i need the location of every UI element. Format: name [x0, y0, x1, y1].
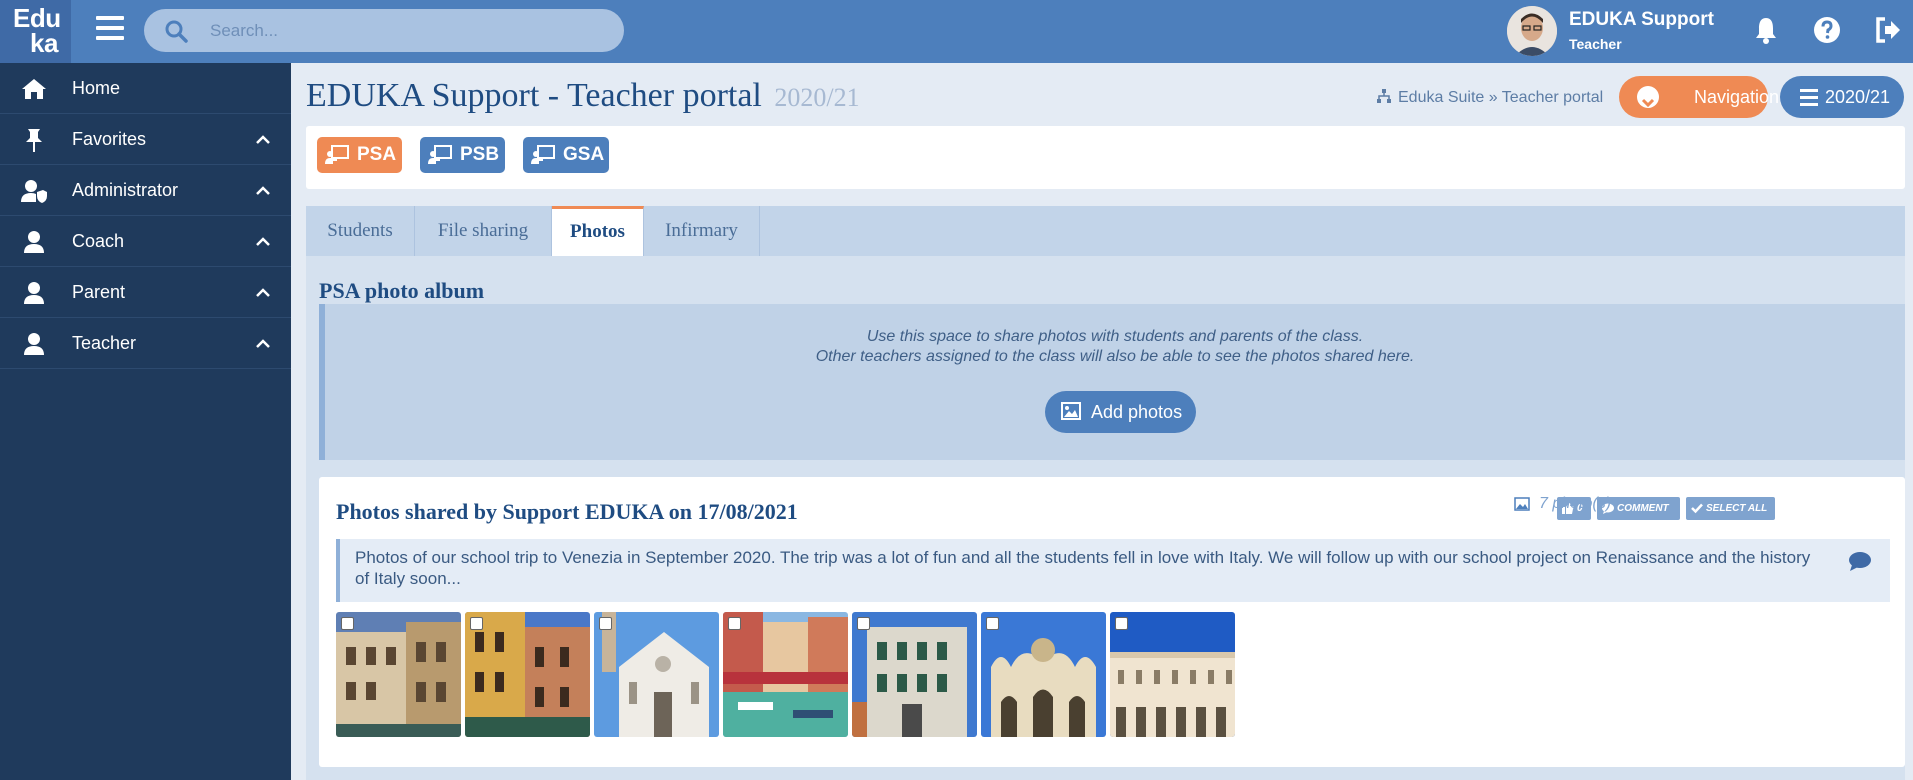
page-title-text: EDUKA Support - Teacher portal: [306, 77, 762, 114]
sidebar-item-parent[interactable]: Parent: [0, 267, 291, 318]
sidebar-item-label: Administrator: [72, 180, 179, 200]
chevron-up-icon[interactable]: [255, 285, 271, 301]
select-all-label: SELECT ALL: [1706, 503, 1768, 514]
user-role: Teacher: [1569, 36, 1622, 52]
main-content: EDUKA Support - Teacher portal 2020/21 E…: [291, 63, 1913, 780]
chevron-up-icon[interactable]: [255, 336, 271, 352]
sidebar-item-label: Parent: [72, 282, 126, 302]
image-icon: [1061, 402, 1081, 420]
teacher-board-icon: [325, 145, 349, 164]
user-name[interactable]: EDUKA Support: [1569, 9, 1714, 31]
page-title: EDUKA Support - Teacher portal 2020/21: [306, 77, 860, 115]
search-icon[interactable]: [164, 19, 188, 43]
tab-photos[interactable]: Photos: [552, 206, 644, 256]
class-label: PSA: [357, 144, 397, 165]
photo-thumbnail[interactable]: [723, 612, 848, 737]
photo-thumbnail[interactable]: [1110, 612, 1235, 737]
tab-bar: Students File sharing Photos Infirmary: [306, 206, 1905, 256]
sitemap-icon: [1377, 89, 1391, 103]
tab-students[interactable]: Students: [306, 206, 415, 256]
class-selector: PSA PSB GSA: [306, 126, 1905, 189]
class-label: GSA: [563, 144, 605, 165]
info-line-1: Use this space to share photos with stud…: [866, 328, 1364, 345]
help-icon[interactable]: [1812, 15, 1842, 45]
photo-checkbox[interactable]: [599, 617, 612, 630]
tab-file-sharing[interactable]: File sharing: [415, 206, 552, 256]
select-all-button[interactable]: SELECT ALL: [1686, 497, 1775, 520]
photo-thumbnail[interactable]: [594, 612, 719, 737]
sidebar-item-administrator[interactable]: Administrator: [0, 165, 291, 216]
add-photos-label: Add photos: [1091, 402, 1183, 422]
photo-checkbox[interactable]: [470, 617, 483, 630]
user-icon: [24, 333, 44, 355]
avatar[interactable]: [1507, 6, 1557, 56]
teacher-board-icon: [531, 145, 555, 164]
sidebar-item-label: Coach: [72, 231, 125, 251]
photo-count-text: 7 photo(s): [1539, 495, 1612, 512]
photo-checkbox[interactable]: [341, 617, 354, 630]
photo-checkbox[interactable]: [728, 617, 741, 630]
logo-line-2: ka: [30, 28, 58, 58]
photo-checkbox[interactable]: [1115, 617, 1128, 630]
sidebar-item-label: Teacher: [72, 333, 137, 353]
sidebar-item-teacher[interactable]: Teacher: [0, 318, 291, 369]
image-icon: [1514, 497, 1530, 511]
check-icon: [1691, 503, 1703, 514]
comment-icon[interactable]: [1848, 551, 1872, 571]
user-icon: [24, 282, 44, 304]
breadcrumb[interactable]: Eduka Suite » Teacher portal: [1376, 88, 1603, 107]
user-icon: [24, 231, 44, 253]
photo-checkbox[interactable]: [857, 617, 870, 630]
album-title: PSA photo album: [319, 278, 485, 303]
sidebar-item-favorites[interactable]: Favorites: [0, 114, 291, 165]
user-shield-icon: [21, 180, 47, 203]
sidebar-item-coach[interactable]: Coach: [0, 216, 291, 267]
pin-icon: [26, 129, 42, 152]
sidebar-item-label: Favorites: [72, 129, 147, 149]
list-icon: [1800, 89, 1818, 110]
navigation-label: Navigation: [1694, 87, 1780, 107]
photo-checkbox[interactable]: [986, 617, 999, 630]
chevron-up-icon[interactable]: [255, 183, 271, 199]
class-button-psa[interactable]: PSA: [317, 137, 402, 173]
photo-thumbnail[interactable]: [465, 612, 590, 737]
chevron-up-icon[interactable]: [255, 132, 271, 148]
sidebar-item-home[interactable]: Home: [0, 63, 291, 114]
photo-thumbnail[interactable]: [981, 612, 1106, 737]
photo-count: 7 photo(s): [1514, 495, 1611, 513]
navigation-button[interactable]: Navigation: [1619, 76, 1779, 118]
chevron-circle-down-icon: [1637, 86, 1659, 108]
photo-post-card: Photos shared by Support EDUKA on 17/08/…: [319, 477, 1905, 767]
chevron-up-icon[interactable]: [255, 234, 271, 250]
breadcrumb-text[interactable]: Eduka Suite » Teacher portal: [1398, 89, 1603, 106]
post-description-text: Photos of our school trip to Venezia in …: [355, 548, 1811, 588]
photo-thumbnail[interactable]: [336, 612, 461, 737]
add-photos-button[interactable]: Add photos: [1045, 391, 1196, 433]
school-year-label: 2020/21: [1825, 87, 1891, 107]
class-button-psb[interactable]: PSB: [420, 137, 505, 173]
tab-infirmary[interactable]: Infirmary: [644, 206, 760, 256]
class-label: PSB: [460, 144, 500, 165]
school-year-button[interactable]: 2020/21: [1780, 76, 1904, 118]
sidebar-item-label: Home: [72, 78, 121, 98]
photo-thumbnail[interactable]: [852, 612, 977, 737]
menu-toggle-icon[interactable]: [96, 16, 124, 44]
top-bar: Edu ka EDUKA Support Teacher: [0, 0, 1913, 63]
sidebar: Home Favorites Administrator Coach Paren…: [0, 63, 291, 780]
info-box: Use this space to share photos with stud…: [319, 304, 1905, 460]
teacher-board-icon: [428, 145, 452, 164]
post-description: Photos of our school trip to Venezia in …: [336, 539, 1890, 602]
bell-icon[interactable]: [1751, 15, 1781, 45]
search-bar: [144, 9, 624, 52]
class-button-gsa[interactable]: GSA: [523, 137, 609, 173]
logout-icon[interactable]: [1873, 15, 1903, 45]
comment-label: COMMENT: [1617, 503, 1669, 514]
eduka-logo[interactable]: Edu ka: [0, 0, 71, 63]
page-title-year: 2020/21: [774, 83, 860, 112]
photos-section: PSA photo album Use this space to share …: [306, 256, 1905, 780]
post-title: Photos shared by Support EDUKA on 17/08/…: [336, 499, 798, 524]
search-input[interactable]: [210, 19, 610, 43]
home-icon: [22, 79, 46, 99]
info-line-2: Other teachers assigned to the class wil…: [815, 348, 1415, 365]
